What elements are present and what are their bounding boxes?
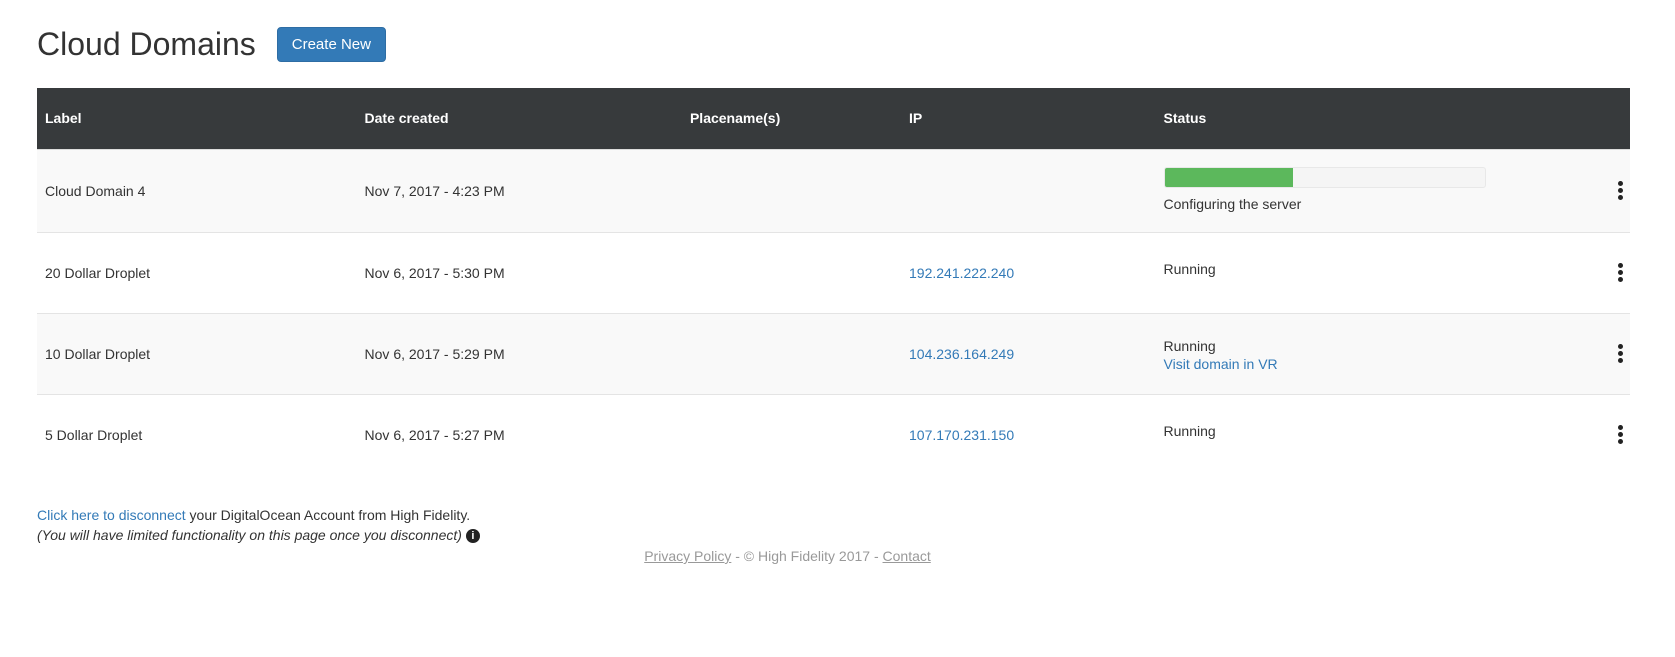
domain-placenames: [682, 149, 901, 232]
domain-status: Configuring the server: [1156, 149, 1549, 232]
progress-bar-fill: [1164, 168, 1293, 187]
domain-date: Nov 6, 2017 - 5:29 PM: [364, 345, 505, 362]
column-header-status: Status: [1163, 110, 1207, 127]
domain-label: 5 Dollar Droplet: [45, 426, 143, 443]
actions-cell: [1549, 149, 1630, 232]
domain-status: Running Visit domain in VR: [1156, 313, 1549, 394]
disconnect-text: your DigitalOcean Account from High Fide…: [185, 507, 471, 523]
domain-label: 10 Dollar Droplet: [45, 345, 151, 362]
status-text: Running: [1163, 337, 1216, 354]
status-text: Running: [1163, 260, 1216, 277]
disconnect-link[interactable]: Click here to disconnect: [37, 507, 186, 523]
ip-link[interactable]: 107.170.231.150: [909, 427, 1014, 443]
page: Cloud Domains Create New Label Date crea…: [0, 0, 1675, 657]
domain-ip: 104.236.164.249: [901, 313, 1156, 394]
table-row: 20 Dollar Droplet Nov 6, 2017 - 5:30 PM …: [37, 232, 1630, 313]
footer-separator: -: [731, 548, 744, 564]
disconnect-section: Click here to disconnect your DigitalOce…: [37, 505, 1675, 545]
domain-date: Nov 6, 2017 - 5:27 PM: [364, 426, 505, 443]
privacy-policy-link[interactable]: Privacy Policy: [644, 548, 731, 564]
more-options-icon[interactable]: [1610, 179, 1630, 203]
domains-table: Label Date created Placename(s) IP Statu…: [37, 88, 1630, 475]
column-header-placenames: Placename(s): [689, 110, 781, 127]
copyright-text: © High Fidelity 2017: [743, 548, 871, 564]
domain-status: Running: [1156, 232, 1549, 313]
more-options-icon[interactable]: [1610, 423, 1630, 447]
ip-link[interactable]: 192.241.222.240: [909, 265, 1014, 281]
domain-date: Nov 6, 2017 - 5:30 PM: [364, 264, 505, 281]
contact-link[interactable]: Contact: [883, 548, 931, 564]
create-new-button[interactable]: Create New: [276, 26, 386, 62]
more-options-icon[interactable]: [1610, 342, 1630, 366]
column-header-actions: [1549, 88, 1630, 149]
domain-ip: 107.170.231.150: [901, 394, 1156, 475]
table-row: Cloud Domain 4 Nov 7, 2017 - 4:23 PM Con…: [37, 149, 1630, 232]
column-header-ip: IP: [909, 110, 923, 127]
actions-cell: [1549, 313, 1630, 394]
domain-placenames: [682, 313, 901, 394]
table-row: 5 Dollar Droplet Nov 6, 2017 - 5:27 PM 1…: [37, 394, 1630, 475]
ip-link[interactable]: 104.236.164.249: [909, 346, 1014, 362]
table-header-row: Label Date created Placename(s) IP Statu…: [37, 88, 1630, 149]
table-row: 10 Dollar Droplet Nov 6, 2017 - 5:29 PM …: [37, 313, 1630, 394]
domain-date: Nov 7, 2017 - 4:23 PM: [364, 182, 505, 199]
info-icon[interactable]: i: [465, 529, 480, 544]
disconnect-note: (You will have limited functionality on …: [37, 527, 462, 543]
domain-ip: 192.241.222.240: [901, 232, 1156, 313]
domain-placenames: [682, 232, 901, 313]
domain-label: 20 Dollar Droplet: [45, 264, 151, 281]
domain-label: Cloud Domain 4: [45, 182, 146, 199]
actions-cell: [1549, 394, 1630, 475]
page-header: Cloud Domains Create New: [37, 0, 1675, 88]
disconnect-line: Click here to disconnect your DigitalOce…: [37, 505, 1675, 525]
footer-inner: Privacy Policy - © High Fidelity 2017 - …: [644, 548, 931, 564]
actions-cell: [1549, 232, 1630, 313]
disconnect-note-line: (You will have limited functionality on …: [37, 525, 1675, 545]
page-title: Cloud Domains: [37, 26, 256, 62]
domain-placenames: [682, 394, 901, 475]
more-options-icon[interactable]: [1610, 261, 1630, 285]
footer-separator: -: [870, 548, 883, 564]
domain-ip: [901, 149, 1156, 232]
progress-bar: [1163, 167, 1486, 188]
column-header-date: Date created: [364, 110, 449, 127]
domain-status: Running: [1156, 394, 1549, 475]
status-text: Running: [1163, 422, 1216, 439]
status-text: Configuring the server: [1163, 196, 1302, 212]
footer: Privacy Policy - © High Fidelity 2017 - …: [0, 548, 1675, 564]
column-header-label: Label: [45, 110, 82, 127]
visit-domain-link[interactable]: Visit domain in VR: [1164, 356, 1278, 372]
